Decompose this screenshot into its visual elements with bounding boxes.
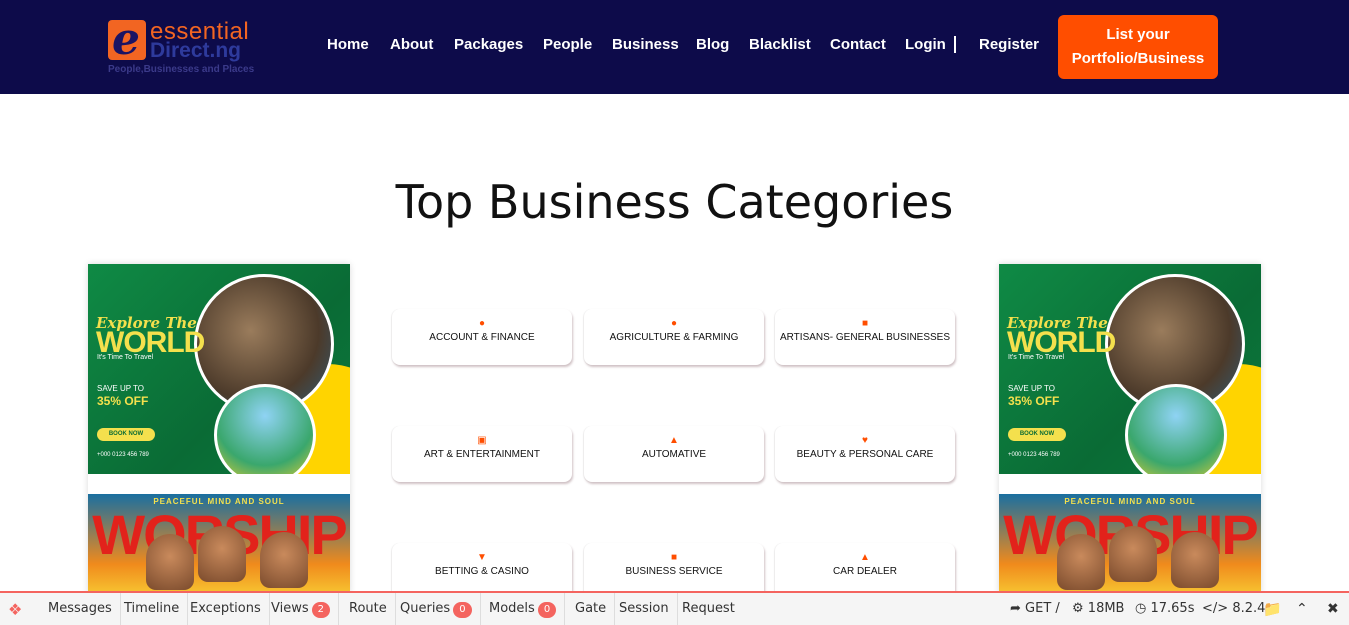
category-label: AUTOMATIVE: [641, 449, 707, 460]
travel-ad: Explore The WORLD It's Time To Travel SA…: [999, 264, 1261, 474]
category-label: CAR DEALER: [833, 566, 897, 577]
ad-sub: It's Time To Travel: [1008, 354, 1065, 361]
travel-ad: Explore The WORLD It's Time To Travel SA…: [88, 264, 350, 474]
ad-contact: +000 0123 456 789: [97, 452, 149, 458]
nav-business[interactable]: Business: [612, 36, 679, 53]
car-icon: ▲: [669, 435, 679, 446]
category-label: ACCOUNT & FINANCE: [429, 332, 535, 343]
list-portfolio-button[interactable]: List your Portfolio/Business: [1058, 15, 1218, 79]
debug-time-text: 17.65s: [1150, 601, 1195, 616]
site-header: e essential Direct.ng People,Businesses …: [0, 0, 1349, 94]
worship-face: [1109, 526, 1157, 582]
ad-banner-left[interactable]: Explore The WORLD It's Time To Travel SA…: [88, 264, 350, 594]
category-label: BEAUTY & PERSONAL CARE: [796, 449, 934, 460]
folder-open-icon[interactable]: 📁: [1263, 593, 1282, 625]
share-icon: ➦: [1010, 601, 1021, 616]
category-card[interactable]: ▣ ART & ENTERTAINMENT: [392, 426, 572, 482]
debug-php-text: 8.2.4: [1232, 601, 1266, 616]
category-card[interactable]: ● ACCOUNT & FINANCE: [392, 309, 572, 365]
nav-blog[interactable]: Blog: [696, 36, 729, 53]
debug-tab-exceptions[interactable]: Exceptions: [182, 593, 270, 625]
debug-method-text: GET /: [1025, 601, 1060, 616]
queries-count-badge: 0: [453, 602, 472, 618]
worship-ad: PEACEFUL MIND AND SOUL WORSHIP: [999, 494, 1261, 594]
nav-people[interactable]: People: [543, 36, 592, 53]
nav-divider: [954, 36, 956, 53]
debug-tab-request[interactable]: Request: [674, 593, 743, 625]
category-label: BETTING & CASINO: [435, 566, 529, 577]
debug-tab-messages[interactable]: Messages: [40, 593, 121, 625]
ad-banner-right[interactable]: Explore The WORLD It's Time To Travel SA…: [999, 264, 1261, 594]
tractor-icon: ●: [670, 318, 678, 329]
worship-face: [146, 534, 194, 590]
cogs-icon: ⚙: [1072, 601, 1084, 616]
category-label: BUSINESS SERVICE: [625, 566, 723, 577]
views-count-badge: 2: [311, 602, 330, 618]
debug-tab-timeline[interactable]: Timeline: [116, 593, 189, 625]
code-icon: </>: [1202, 601, 1229, 616]
nav-contact[interactable]: Contact: [830, 36, 886, 53]
chevron-up-icon[interactable]: ⌃: [1296, 593, 1308, 625]
category-label: ARTISANS- GENERAL BUSINESSES: [779, 332, 951, 343]
ad-book-button: BOOK NOW: [1008, 428, 1066, 441]
worship-ad: PEACEFUL MIND AND SOUL WORSHIP: [88, 494, 350, 594]
debug-tab-gate[interactable]: Gate: [567, 593, 616, 625]
cta-line1: List your: [1106, 26, 1170, 43]
ad-contact: +000 0123 456 789: [1008, 452, 1060, 458]
debug-models-label: Models: [489, 601, 535, 616]
debug-php-version: </> 8.2.4: [1202, 593, 1265, 625]
ad-off: 35% OFF: [97, 394, 149, 408]
briefcase-icon: ■: [670, 552, 678, 563]
debug-tab-models[interactable]: Models 0: [481, 593, 566, 625]
debug-memory: ⚙ 18MB: [1072, 593, 1124, 625]
nav-about[interactable]: About: [390, 36, 433, 53]
logo-tagline: People,Businesses and Places: [108, 64, 255, 75]
debug-queries-label: Queries: [400, 601, 451, 616]
nav-blacklist[interactable]: Blacklist: [749, 36, 811, 53]
debug-views-label: Views: [271, 601, 309, 616]
film-icon: ▣: [477, 435, 487, 446]
trophy-icon: ▼: [477, 552, 487, 563]
debug-tab-queries[interactable]: Queries 0: [392, 593, 481, 625]
car-icon: ▲: [860, 552, 870, 563]
category-card[interactable]: ■ ARTISANS- GENERAL BUSINESSES: [775, 309, 955, 365]
category-label: AGRICULTURE & FARMING: [609, 332, 739, 343]
debug-method: ➦ GET /: [1010, 593, 1060, 625]
debug-tab-session[interactable]: Session: [611, 593, 678, 625]
ad-off: 35% OFF: [1008, 394, 1060, 408]
category-card[interactable]: ▲ AUTOMATIVE: [584, 426, 764, 482]
logo-mark: e: [108, 14, 146, 65]
heart-icon: ♥: [862, 435, 868, 446]
debug-time: ◷ 17.65s: [1135, 593, 1194, 625]
worship-face: [198, 526, 246, 582]
debug-tab-views[interactable]: Views 2: [263, 593, 339, 625]
cta-line2: Portfolio/Business: [1071, 50, 1205, 67]
category-label: ART & ENTERTAINMENT: [424, 449, 540, 460]
ad-book-button: BOOK NOW: [97, 428, 155, 441]
clock-icon: ◷: [1135, 601, 1147, 616]
category-card[interactable]: ● AGRICULTURE & FARMING: [584, 309, 764, 365]
models-count-badge: 0: [537, 602, 557, 618]
nav-login[interactable]: Login: [905, 36, 946, 53]
debug-tab-route[interactable]: Route: [341, 593, 396, 625]
laravel-logo-icon[interactable]: ❖: [8, 600, 30, 620]
worship-face: [1057, 534, 1105, 590]
site-logo[interactable]: e essential Direct.ng People,Businesses …: [108, 14, 278, 78]
nav-register[interactable]: Register: [979, 36, 1039, 53]
debug-memory-text: 18MB: [1087, 601, 1125, 616]
ad-sub: It's Time To Travel: [97, 354, 154, 361]
piggy-bank-icon: ●: [478, 318, 486, 329]
category-card[interactable]: ♥ BEAUTY & PERSONAL CARE: [775, 426, 955, 482]
toolbox-icon: ■: [861, 318, 869, 329]
logo-text-direct: Direct.ng: [150, 39, 242, 62]
close-icon[interactable]: ✖: [1327, 593, 1339, 625]
ad-save: SAVE UP TO: [1008, 384, 1055, 393]
debug-toolbar: ❖ Messages Timeline Exceptions Views 2 Ro…: [0, 591, 1349, 625]
worship-face: [1171, 532, 1219, 588]
worship-face: [260, 532, 308, 588]
nav-packages[interactable]: Packages: [454, 36, 523, 53]
nav-home[interactable]: Home: [327, 36, 369, 53]
ad-save: SAVE UP TO: [97, 384, 144, 393]
page-title: Top Business Categories: [395, 175, 954, 229]
